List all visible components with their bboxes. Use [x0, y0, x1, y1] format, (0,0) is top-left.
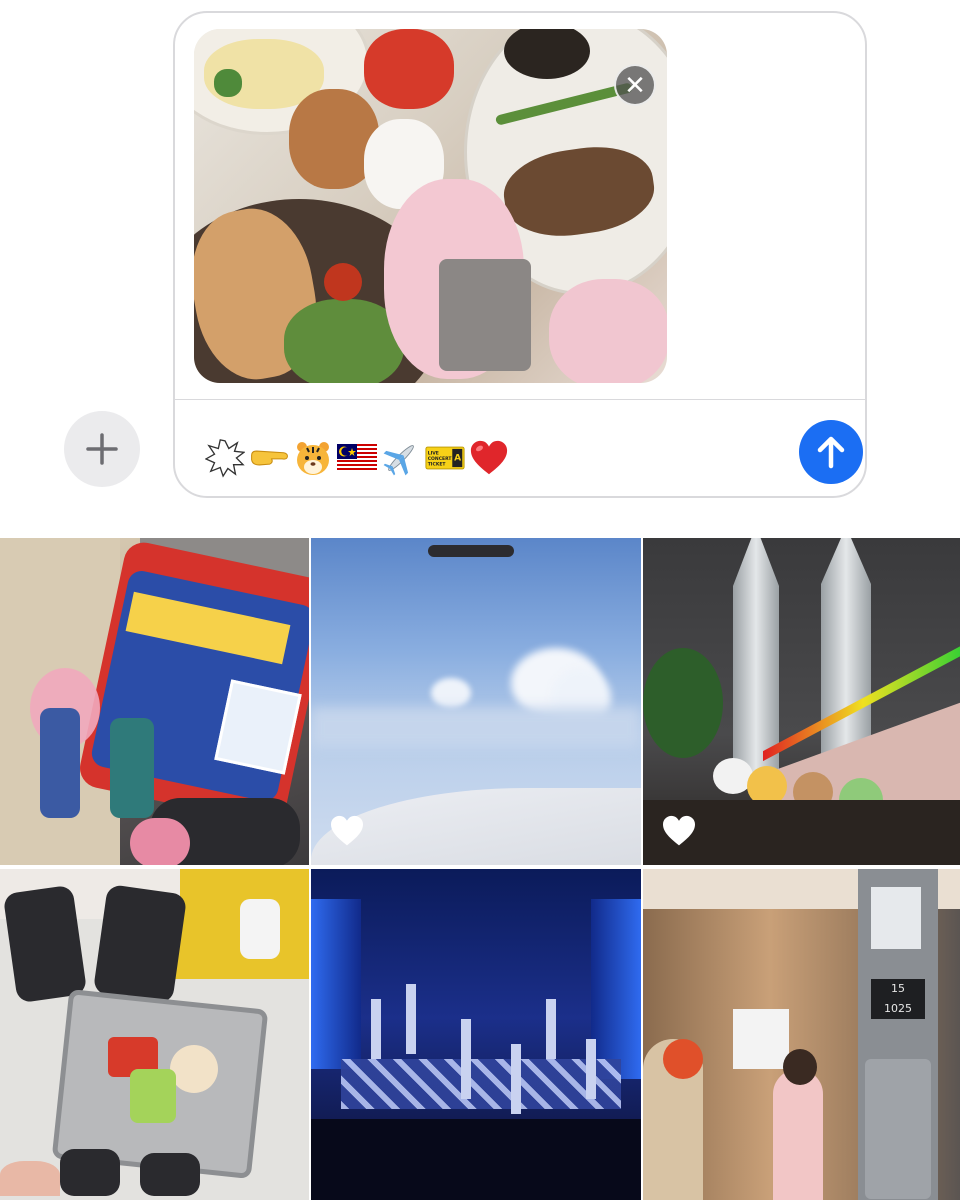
svg-text:LIVE: LIVE	[428, 450, 439, 456]
svg-text:CONCERT: CONCERT	[428, 456, 453, 462]
concert-ticket-emoji: LIVE CONCERT TICKET A	[425, 438, 465, 478]
photo-concert-stage[interactable]	[311, 869, 641, 1200]
tiger-face-emoji	[293, 438, 333, 478]
photo-keychains[interactable]	[0, 538, 309, 865]
photo-petronas-towers[interactable]	[643, 538, 960, 865]
arrow-up-icon	[817, 436, 845, 469]
message-composer: ✕ LIVE CONCERT TICKET A	[173, 11, 867, 498]
add-attachment-button[interactable]	[64, 411, 140, 487]
photo-elevator-mirror[interactable]: 15 1025	[643, 869, 960, 1200]
elevator-label: 1025	[884, 1002, 912, 1015]
elevator-floor-display: 15	[891, 982, 905, 995]
red-heart-emoji	[469, 438, 509, 478]
composer-divider	[175, 399, 865, 400]
favorite-heart-icon	[663, 815, 695, 846]
favorite-heart-icon	[331, 815, 363, 846]
emoji-message-text[interactable]: LIVE CONCERT TICKET A	[205, 433, 509, 483]
malaysia-flag-emoji	[337, 438, 377, 478]
svg-text:TICKET: TICKET	[428, 461, 447, 467]
photo-airplane-window-sky[interactable]	[311, 538, 641, 865]
svg-text:A: A	[454, 454, 461, 464]
airplane-emoji	[381, 438, 421, 478]
pointing-hand-emoji	[249, 438, 289, 478]
plus-icon	[86, 433, 118, 465]
send-button[interactable]	[799, 420, 863, 484]
photo-attachment-thumbnail[interactable]: ✕	[194, 29, 667, 383]
photo-picker-grid: 15 1025	[0, 538, 960, 1200]
remove-attachment-button[interactable]: ✕	[614, 64, 656, 106]
speech-burst-emoji	[205, 438, 245, 478]
notch	[428, 545, 514, 557]
photo-shopping-basket[interactable]	[0, 869, 309, 1200]
